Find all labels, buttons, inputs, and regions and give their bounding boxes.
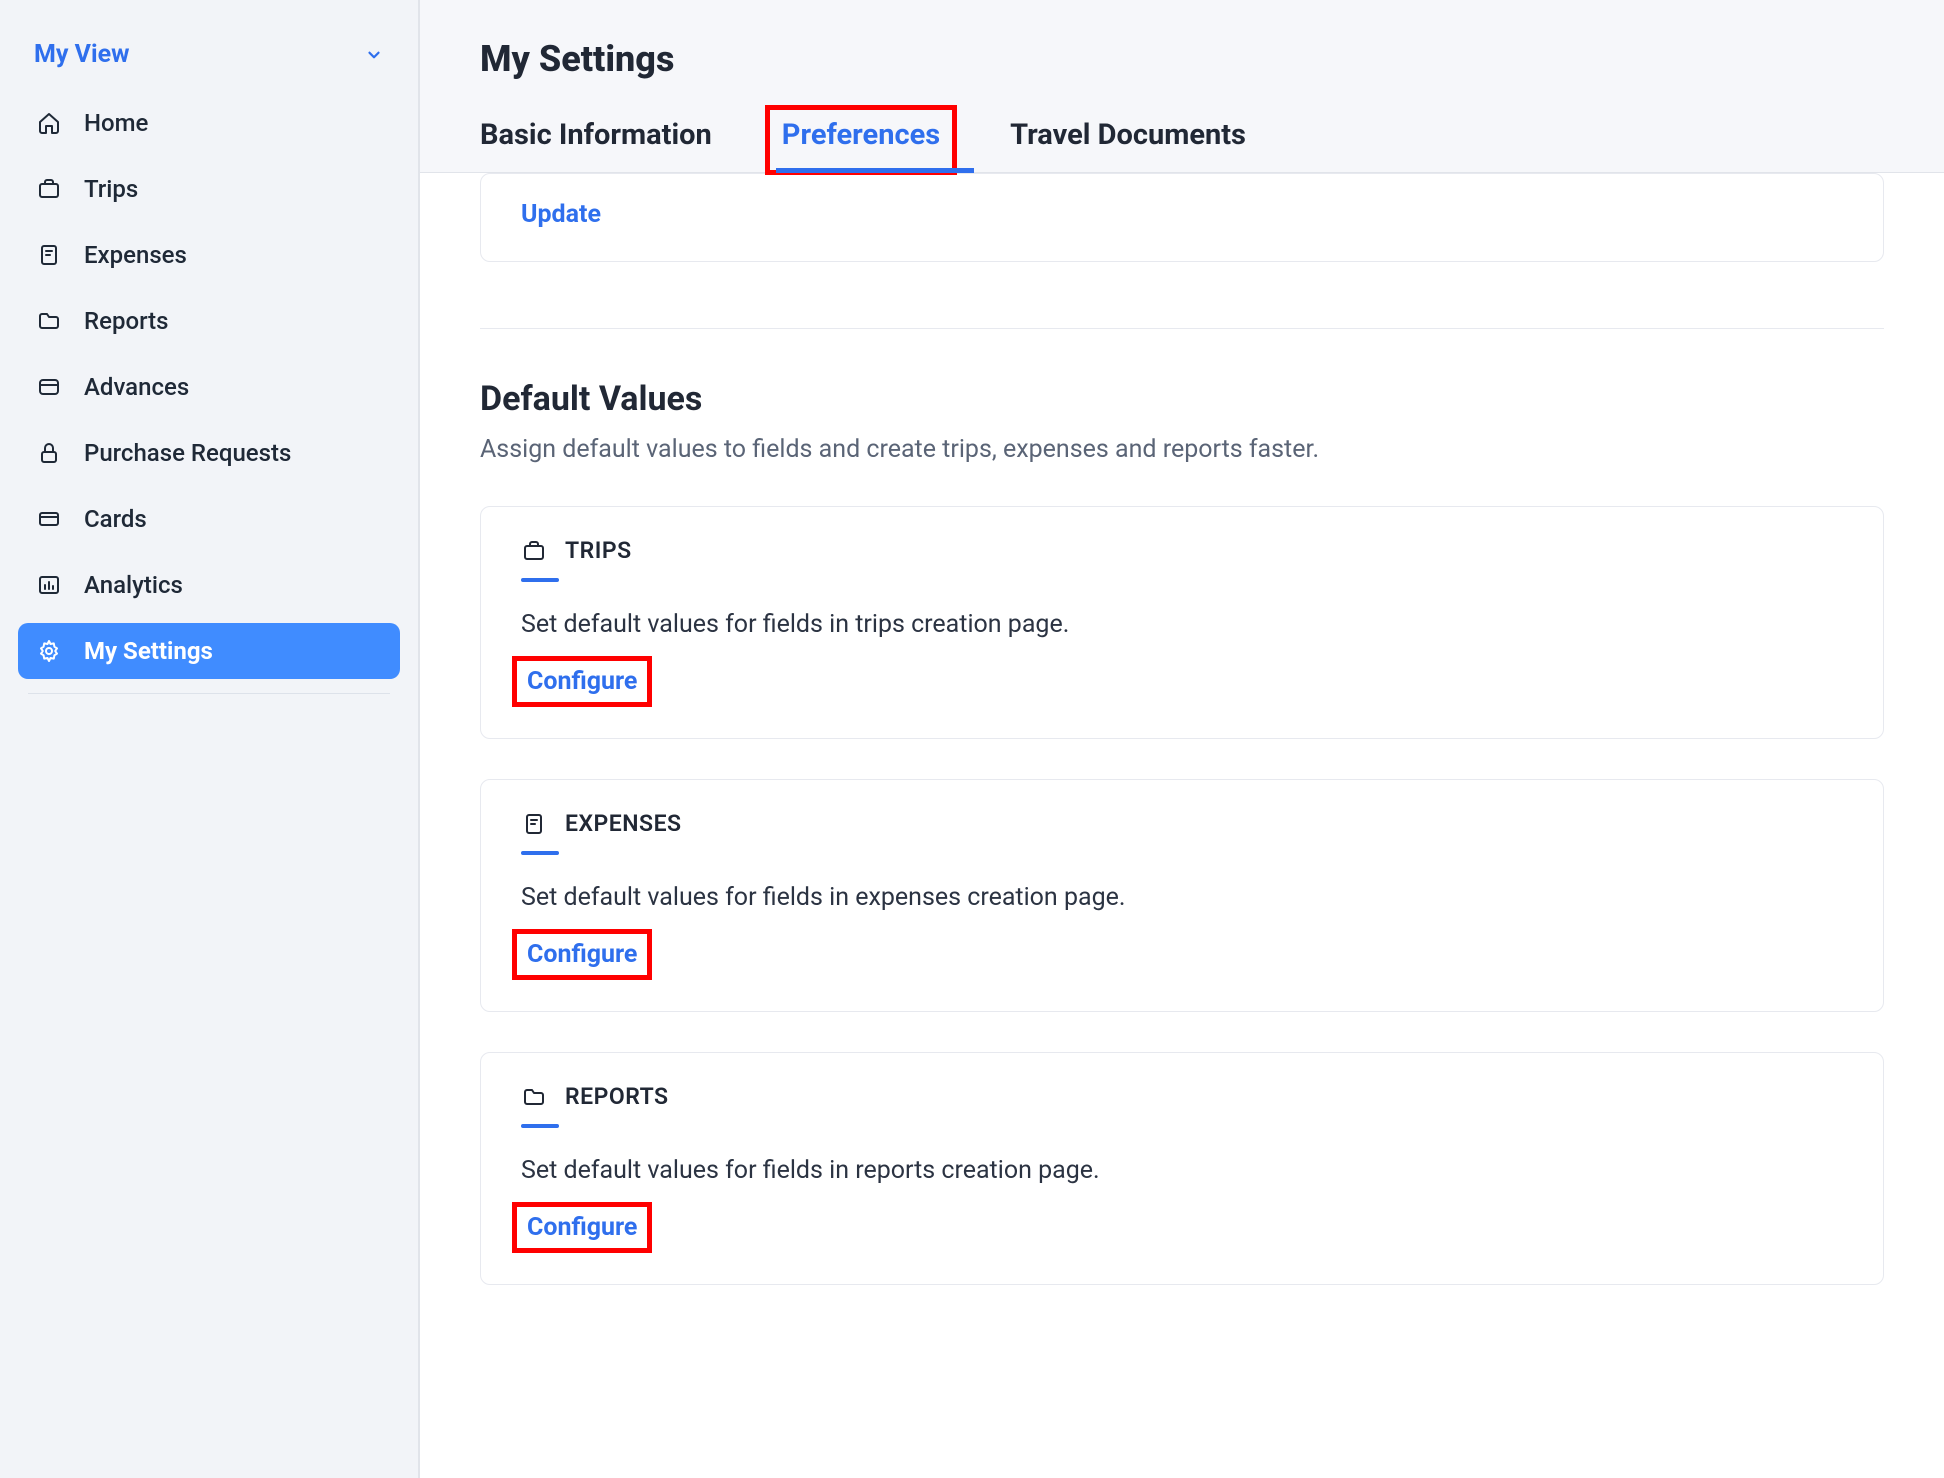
briefcase-icon [521, 538, 547, 564]
default-values-title: Default Values [480, 379, 1884, 419]
tab-bar: Basic Information Preferences Travel Doc… [480, 118, 1884, 172]
tab-basic-information[interactable]: Basic Information [480, 118, 712, 172]
configure-trips-button[interactable]: Configure [521, 665, 643, 698]
default-values-description: Assign default values to fields and crea… [480, 435, 1884, 464]
card-underline [521, 1124, 559, 1128]
section-divider [480, 328, 1884, 329]
configure-expenses-button[interactable]: Configure [521, 938, 643, 971]
nav-label: Analytics [84, 571, 183, 599]
sidebar-item-expenses[interactable]: Expenses [18, 227, 400, 283]
nav-label: Home [84, 109, 148, 137]
default-card-expenses: EXPENSES Set default values for fields i… [480, 779, 1884, 1012]
sidebar-item-my-settings[interactable]: My Settings [18, 623, 400, 679]
sidebar-item-analytics[interactable]: Analytics [18, 557, 400, 613]
analytics-icon [36, 572, 62, 598]
content-scroll[interactable]: Update Default Values Assign default val… [420, 173, 1944, 1478]
default-card-trips: TRIPS Set default values for fields in t… [480, 506, 1884, 739]
card-header: TRIPS [521, 537, 1843, 564]
card-text: Set default values for fields in reports… [521, 1156, 1843, 1185]
sidebar-item-reports[interactable]: Reports [18, 293, 400, 349]
card-text: Set default values for fields in trips c… [521, 610, 1843, 639]
sidebar-item-trips[interactable]: Trips [18, 161, 400, 217]
sidebar-item-cards[interactable]: Cards [18, 491, 400, 547]
briefcase-icon [36, 176, 62, 202]
nav-label: Purchase Requests [84, 439, 291, 467]
sidebar: My View Home Trips Ex [0, 0, 420, 1478]
card-heading: TRIPS [565, 537, 632, 564]
tab-travel-documents[interactable]: Travel Documents [1010, 118, 1246, 172]
page-header: My Settings Basic Information Preference… [420, 0, 1944, 173]
update-button[interactable]: Update [521, 200, 601, 229]
page-title: My Settings [480, 38, 1884, 80]
lock-icon [36, 440, 62, 466]
gear-icon [36, 638, 62, 664]
nav-label: Advances [84, 373, 189, 401]
default-card-reports: REPORTS Set default values for fields in… [480, 1052, 1884, 1285]
chevron-down-icon [364, 45, 384, 65]
view-switcher[interactable]: My View [18, 30, 400, 95]
nav-label: Reports [84, 307, 168, 335]
card-text: Set default values for fields in expense… [521, 883, 1843, 912]
card-heading: EXPENSES [565, 810, 682, 837]
home-icon [36, 110, 62, 136]
card-header: EXPENSES [521, 810, 1843, 837]
nav-divider [28, 693, 390, 694]
nav-label: Trips [84, 175, 138, 203]
folder-icon [521, 1084, 547, 1110]
nav-list: Home Trips Expenses Reports [18, 95, 400, 679]
configure-reports-button[interactable]: Configure [521, 1211, 643, 1244]
wallet-icon [36, 374, 62, 400]
card-header: REPORTS [521, 1083, 1843, 1110]
sidebar-item-purchase-requests[interactable]: Purchase Requests [18, 425, 400, 481]
card-underline [521, 851, 559, 855]
sidebar-item-home[interactable]: Home [18, 95, 400, 151]
folder-icon [36, 308, 62, 334]
card-heading: REPORTS [565, 1083, 669, 1110]
app-root: My View Home Trips Ex [0, 0, 1944, 1478]
nav-label: Expenses [84, 241, 187, 269]
nav-label: My Settings [84, 637, 213, 665]
sidebar-item-advances[interactable]: Advances [18, 359, 400, 415]
nav-label: Cards [84, 505, 147, 533]
previous-card-stub: Update [480, 173, 1884, 262]
tab-preferences[interactable]: Preferences [768, 108, 954, 172]
view-label: My View [34, 40, 130, 69]
main-content: My Settings Basic Information Preference… [420, 0, 1944, 1478]
card-icon [36, 506, 62, 532]
card-underline [521, 578, 559, 582]
receipt-icon [521, 811, 547, 837]
receipt-icon [36, 242, 62, 268]
